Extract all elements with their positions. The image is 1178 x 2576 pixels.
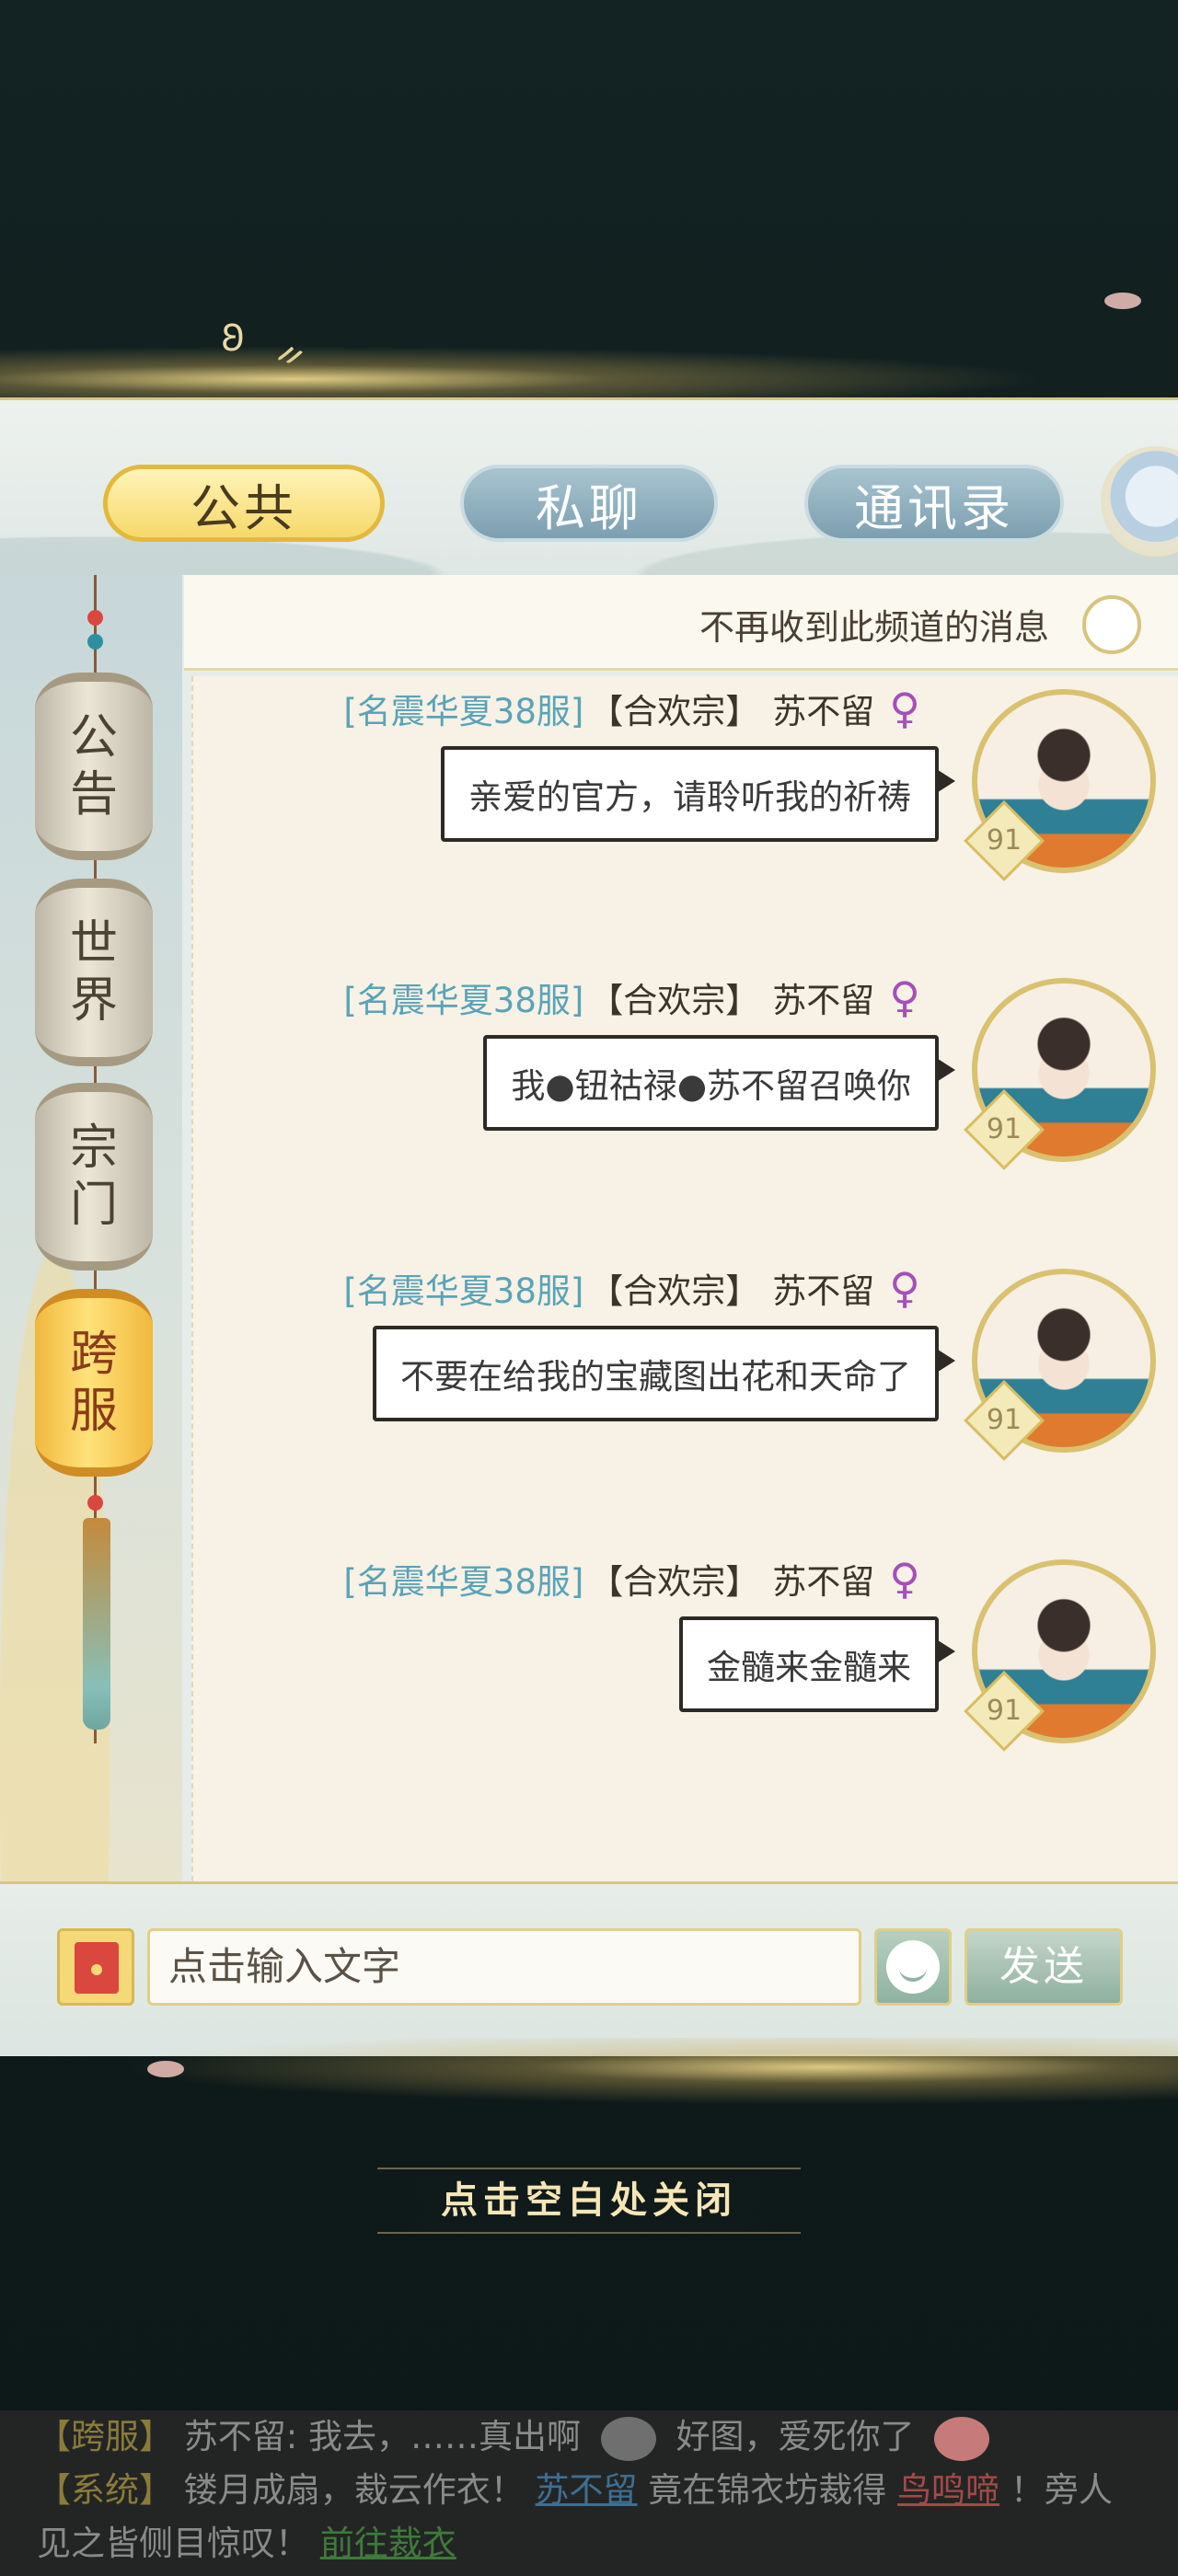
channel-label: 公告 [69, 710, 118, 822]
message-bubble[interactable]: 亲爱的官方，请聆听我的祈祷 [441, 746, 955, 842]
channel-label: 跨服 [69, 1327, 118, 1439]
channel-announcement[interactable]: 公告 [35, 673, 153, 860]
sender-name[interactable]: 苏不留 [772, 1554, 874, 1604]
sect-tag: 【合欢宗】 [589, 692, 760, 731]
channel-label: 世界 [69, 916, 118, 1029]
server-tag[interactable]: [名震华夏38服] [343, 1263, 583, 1313]
heart-eyes-icon [934, 2416, 990, 2461]
emoji-sticker-icon [600, 2416, 656, 2461]
red-packet-icon [75, 1942, 119, 1994]
message-bubble[interactable]: 金髓来金髓来 [679, 1616, 955, 1712]
level-value: 91 [986, 824, 1022, 857]
sender-name[interactable]: 苏不留 [772, 972, 874, 1022]
message-bubble[interactable]: 不要在给我的宝藏图出花和天命了 [373, 1326, 955, 1421]
message-item: [名震华夏38服] 【合欢宗】 苏不留 ♀ 金髓来金髓来 91 [193, 1547, 1178, 1823]
message-list[interactable]: [名震华夏38服] 【合欢宗】 苏不留 ♀ 亲爱的官方，请聆听我的祈祷 91 [… [191, 676, 1178, 2001]
message-header: [名震华夏38服] 【合欢宗】 苏不留 ♀ [343, 1554, 920, 1604]
server-tag[interactable]: [名震华夏38服] [343, 1554, 583, 1604]
ticker-line: 【系统】 镂月成扇，裁云作衣！ 苏不留 竟在锦衣坊裁得 鸟鸣啼 ！旁人见之皆侧目… [37, 2464, 1141, 2570]
sender-name[interactable]: 苏不留 [772, 1263, 874, 1313]
sect-tag: 【合欢宗】 [589, 1271, 760, 1311]
level-value: 91 [986, 1113, 1022, 1145]
channel-world[interactable]: 世界 [35, 879, 153, 1066]
sect-tag: 【合欢宗】 [589, 1562, 760, 1602]
ticker-text: 苏不留: 我去，……真出啊 [183, 2417, 581, 2456]
female-icon: ♀ [889, 1263, 920, 1313]
female-icon: ♀ [889, 684, 920, 733]
bead-decoration [87, 610, 103, 626]
ticker-go-link[interactable]: 前往裁衣 [320, 2524, 456, 2563]
level-value: 91 [986, 1695, 1022, 1727]
message-header: [名震华夏38服] 【合欢宗】 苏不留 ♀ [343, 684, 920, 733]
tab-contacts[interactable]: 通讯录 [804, 465, 1064, 542]
message-header: [名震华夏38服] 【合欢宗】 苏不留 ♀ [343, 972, 920, 1022]
mute-row: 不再收到此频道的消息 [184, 575, 1178, 671]
message-item: [名震华夏38服] 【合欢宗】 苏不留 ♀ 我●钮祜禄●苏不留召唤你 91 [193, 965, 1178, 1241]
chat-panel: 公共 私聊 通讯录 公告 世界 宗门 跨服 不再收到此频道的消息 [名震华夏38… [0, 397, 1178, 2056]
input-bar: 点击输入文字 发送 [0, 1881, 1178, 2056]
message-item: [名震华夏38服] 【合欢宗】 苏不留 ♀ 不要在给我的宝藏图出花和天命了 91 [193, 1256, 1178, 1532]
ticker-text: 镂月成扇，裁云作衣！ [183, 2470, 525, 2510]
ticker-text: 好图，爱死你了 [676, 2417, 915, 2456]
sender-name[interactable]: 苏不留 [772, 684, 874, 733]
ticker-item-link[interactable]: 鸟鸣啼 [897, 2470, 999, 2510]
tab-private[interactable]: 私聊 [460, 465, 718, 542]
ticker-tag: 【跨服】 [37, 2417, 173, 2456]
ticker-text: 竟在锦衣坊裁得 [648, 2470, 887, 2510]
message-item: [名震华夏38服] 【合欢宗】 苏不留 ♀ 亲爱的官方，请聆听我的祈祷 91 [193, 676, 1178, 952]
ticker-user-link[interactable]: 苏不留 [536, 2470, 638, 2510]
bead-decoration [87, 634, 103, 650]
gold-swirl-top [0, 340, 1178, 405]
channel-sect[interactable]: 宗门 [35, 1083, 153, 1271]
red-packet-button[interactable] [57, 1928, 134, 2006]
mute-label: 不再收到此频道的消息 [699, 607, 1049, 648]
server-tag[interactable]: [名震华夏38服] [343, 972, 583, 1022]
broadcast-ticker: 【跨服】 苏不留: 我去，……真出啊 好图，爱死你了 【系统】 镂月成扇，裁云作… [0, 2410, 1178, 2576]
tassel-decoration [83, 1518, 110, 1730]
gold-swirl-bottom [0, 2038, 1178, 2111]
message-header: [名震华夏38服] 【合欢宗】 苏不留 ♀ [343, 1263, 920, 1313]
ticker-line: 【跨服】 苏不留: 我去，……真出啊 好图，爱死你了 [37, 2410, 1141, 2464]
sect-tag: 【合欢宗】 [589, 981, 760, 1020]
send-button[interactable]: 发送 [964, 1928, 1123, 2006]
female-icon: ♀ [889, 972, 920, 1022]
ticker-tag: 【系统】 [37, 2470, 173, 2510]
tab-bar: 公共 私聊 通讯录 [0, 400, 1178, 575]
mute-toggle[interactable] [1082, 595, 1141, 654]
emoji-button[interactable] [874, 1928, 952, 2006]
server-tag[interactable]: [名震华夏38服] [343, 684, 583, 733]
channel-sidebar: 公告 世界 宗门 跨服 [0, 575, 182, 2056]
close-hint[interactable]: 点击空白处关闭 [377, 2168, 801, 2234]
female-icon: ♀ [889, 1554, 920, 1604]
message-bubble[interactable]: 我●钮祜禄●苏不留召唤你 [483, 1035, 955, 1131]
channel-label: 宗门 [69, 1121, 118, 1233]
petal-decoration [1104, 293, 1141, 309]
bead-decoration [87, 1495, 103, 1511]
channel-cross-server[interactable]: 跨服 [35, 1289, 153, 1477]
smiley-icon [886, 1940, 940, 1994]
level-value: 91 [986, 1404, 1022, 1436]
chat-input[interactable]: 点击输入文字 [147, 1928, 861, 2006]
tab-public[interactable]: 公共 [103, 465, 385, 542]
